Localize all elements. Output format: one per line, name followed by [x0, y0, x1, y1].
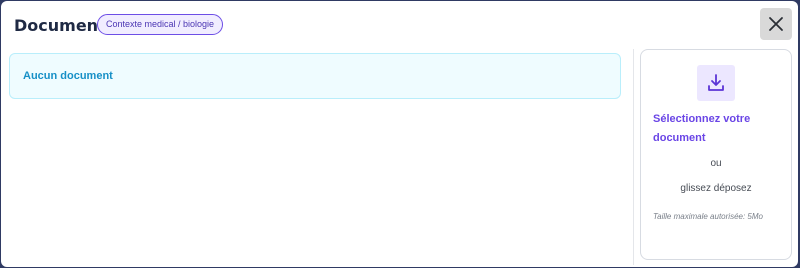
close-button[interactable]	[760, 8, 792, 40]
upload-dropzone[interactable]: Sélectionnez votre document ou glissez d…	[640, 49, 792, 260]
select-document-link[interactable]: Sélectionnez votre document	[653, 110, 785, 148]
context-tag: Contexte medical / biologie	[97, 14, 224, 35]
or-separator: ou	[710, 158, 722, 169]
empty-documents-message: Aucun document	[23, 70, 113, 82]
empty-documents-alert: Aucun document	[9, 53, 621, 99]
drag-drop-label: glissez déposez	[680, 183, 752, 194]
close-icon	[769, 17, 783, 31]
panel-divider	[633, 49, 634, 265]
download-icon[interactable]	[697, 65, 735, 101]
max-size-hint: Taille maximale autorisée: 5Mo	[653, 212, 763, 221]
modal-header: Documents Contexte medical / biologie	[1, 1, 798, 47]
documents-modal: Documents Contexte medical / biologie Au…	[1, 1, 798, 267]
